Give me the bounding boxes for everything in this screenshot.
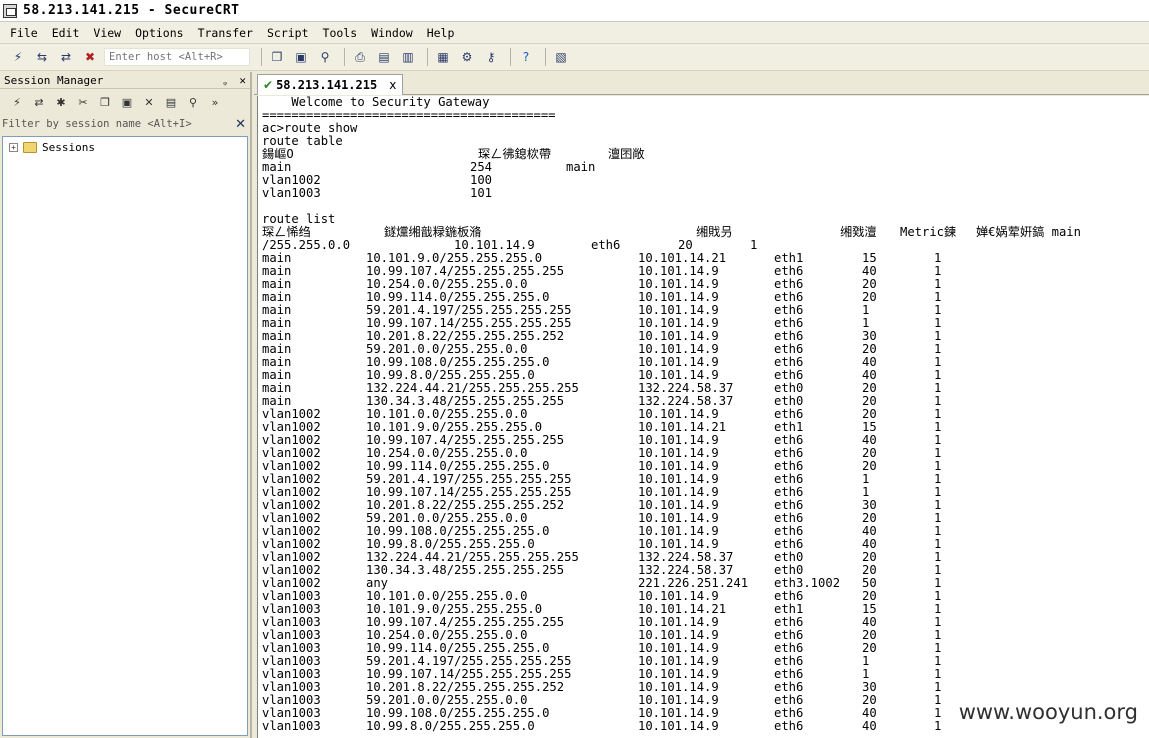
session-manager-header: Session Manager ᵩ ✕ bbox=[0, 72, 250, 89]
paste-icon[interactable]: ▣ bbox=[291, 47, 311, 67]
paste-icon[interactable]: ▣ bbox=[118, 93, 136, 111]
toolbar-separator bbox=[427, 48, 428, 66]
disconnect-icon[interactable]: ✖ bbox=[80, 47, 100, 67]
column-header: 缃戝叧 bbox=[696, 225, 733, 239]
tab-label: 58.213.141.215 bbox=[276, 78, 378, 92]
find-icon[interactable]: ⚲ bbox=[315, 47, 335, 67]
connect-tab-icon[interactable]: ⇄ bbox=[56, 47, 76, 67]
table-note: main bbox=[566, 160, 596, 174]
cut-icon[interactable]: ✂ bbox=[74, 93, 92, 111]
close-tab-icon[interactable]: x bbox=[389, 78, 396, 92]
menu-options[interactable]: Options bbox=[135, 26, 183, 40]
table-title-line: route table bbox=[258, 135, 1149, 148]
menu-file[interactable]: File bbox=[10, 26, 38, 40]
watermark: www.wooyun.org bbox=[955, 700, 1141, 724]
route-table: vlan1003 bbox=[262, 719, 321, 733]
terminal-output[interactable]: Welcome to Security Gateway =============… bbox=[257, 96, 1149, 738]
route-active: 1 bbox=[934, 719, 942, 733]
expand-icon[interactable]: + bbox=[9, 143, 18, 152]
route-table-row: vlan1002 100 bbox=[258, 174, 1149, 187]
quick-connect-icon[interactable]: ⇆ bbox=[32, 47, 52, 67]
properties-icon[interactable]: ▤ bbox=[162, 93, 180, 111]
app-icon bbox=[3, 3, 17, 18]
route-dest: 10.99.8.0/255.255.255.0 bbox=[366, 719, 535, 733]
session-tree: + Sessions bbox=[2, 136, 248, 736]
column-header: Metric鍊 bbox=[900, 225, 957, 239]
menu-script[interactable]: Script bbox=[267, 26, 309, 40]
menu-edit[interactable]: Edit bbox=[52, 26, 80, 40]
print-icon[interactable]: ⎙ bbox=[350, 47, 370, 67]
new-session-icon[interactable]: ✱ bbox=[52, 93, 70, 111]
column-header: 婵€娲荤姸鎬 main bbox=[976, 225, 1081, 239]
print-setup-icon[interactable]: ▥ bbox=[398, 47, 418, 67]
session-filter-input[interactable]: Filter by session name <Alt+I> bbox=[2, 118, 192, 130]
toolbar-separator bbox=[510, 48, 511, 66]
route-dest: 130.34.3.48/255.255.255.255 bbox=[366, 563, 565, 577]
tree-item-label: Sessions bbox=[42, 141, 95, 154]
session-tab-bar: ✔ 58.213.141.215 x bbox=[254, 72, 1149, 95]
menu-window[interactable]: Window bbox=[371, 26, 413, 40]
toolbar-separator bbox=[261, 48, 262, 66]
pin-icon[interactable]: ᵩ bbox=[223, 76, 226, 87]
table-id: 101 bbox=[470, 186, 493, 200]
more-icon[interactable]: » bbox=[206, 93, 224, 111]
route-table-row: vlan1003 101 bbox=[258, 187, 1149, 200]
menu-help[interactable]: Help bbox=[427, 26, 455, 40]
connected-check-icon: ✔ bbox=[263, 78, 274, 92]
menu-tools[interactable]: Tools bbox=[323, 26, 358, 40]
global-options-icon[interactable]: ⚙ bbox=[457, 47, 477, 67]
column-header: 缃戣澶 bbox=[840, 225, 877, 239]
session-toolbar: ⚡ ⇄ ✱ ✂ ❐ ▣ ✕ ▤ ⚲ » bbox=[0, 89, 250, 115]
table-name: vlan1003 bbox=[262, 186, 321, 200]
close-icon[interactable]: ✕ bbox=[239, 74, 246, 87]
menu-transfer[interactable]: Transfer bbox=[198, 26, 253, 40]
copy-icon[interactable]: ❐ bbox=[267, 47, 287, 67]
toolbar: ⚡ ⇆ ⇄ ✖ ❐ ▣ ⚲ ⎙ ▤ ▥ ▦ ⚙ ⚷ ? ▧ bbox=[0, 44, 1149, 71]
toolbar-separator bbox=[344, 48, 345, 66]
session-manager-title: Session Manager bbox=[4, 73, 104, 87]
separator-line: ======================================== bbox=[258, 109, 1149, 122]
session-options-icon[interactable]: ▦ bbox=[433, 47, 453, 67]
connect-icon[interactable]: ⚡ bbox=[8, 47, 28, 67]
column-header: 澶囨敞 bbox=[608, 147, 645, 161]
copy-icon[interactable]: ❐ bbox=[96, 93, 114, 111]
connect-tab-icon[interactable]: ⇄ bbox=[30, 93, 48, 111]
table-header-line: 鍚嶇О 琛ㄥ彿鎴栨帶 澶囨敞 bbox=[258, 148, 1149, 161]
connect-icon[interactable]: ⚡ bbox=[8, 93, 26, 111]
print-selection-icon[interactable]: ▤ bbox=[374, 47, 394, 67]
title-bar: 58.213.141.215 - SecureCRT bbox=[0, 0, 1149, 22]
route-device: eth6 bbox=[774, 719, 804, 733]
toolbar-separator bbox=[545, 48, 546, 66]
prompt-line: ac>route show bbox=[258, 122, 1149, 135]
tab-session[interactable]: ✔ 58.213.141.215 x bbox=[257, 74, 403, 95]
clear-filter-icon[interactable]: ✕ bbox=[235, 117, 246, 132]
sftp-icon[interactable]: ▧ bbox=[551, 47, 571, 67]
session-manager: Session Manager ᵩ ✕ ⚡ ⇄ ✱ ✂ ❐ ▣ ✕ ▤ ⚲ » … bbox=[0, 72, 252, 738]
menu-bar: File Edit View Options Transfer Script T… bbox=[0, 22, 1149, 44]
route-device: eth6 bbox=[591, 238, 621, 252]
route-metric: 40 bbox=[862, 719, 877, 733]
keymap-icon[interactable]: ⚷ bbox=[481, 47, 501, 67]
session-filter[interactable]: Filter by session name <Alt+I> ✕ bbox=[0, 115, 250, 133]
help-icon[interactable]: ? bbox=[516, 47, 536, 67]
folder-icon bbox=[23, 142, 37, 153]
find-icon[interactable]: ⚲ bbox=[184, 93, 202, 111]
route-gateway: 10.101.14.9 bbox=[638, 719, 719, 733]
route-table-row: main 254 main bbox=[258, 161, 1149, 174]
menu-view[interactable]: View bbox=[93, 26, 121, 40]
tree-item-sessions[interactable]: + Sessions bbox=[9, 141, 247, 154]
host-input[interactable] bbox=[104, 48, 250, 66]
delete-icon[interactable]: ✕ bbox=[140, 93, 158, 111]
list-header-line: 琛ㄥ悕绉 鐩爣缃戠粶鍦板潃 缃戝叧 缃戣澶 Metric鍊 婵€娲荤姸鎬 main bbox=[258, 226, 1149, 239]
route-active: 1 bbox=[750, 238, 758, 252]
window-title: 58.213.141.215 - SecureCRT bbox=[23, 3, 240, 18]
